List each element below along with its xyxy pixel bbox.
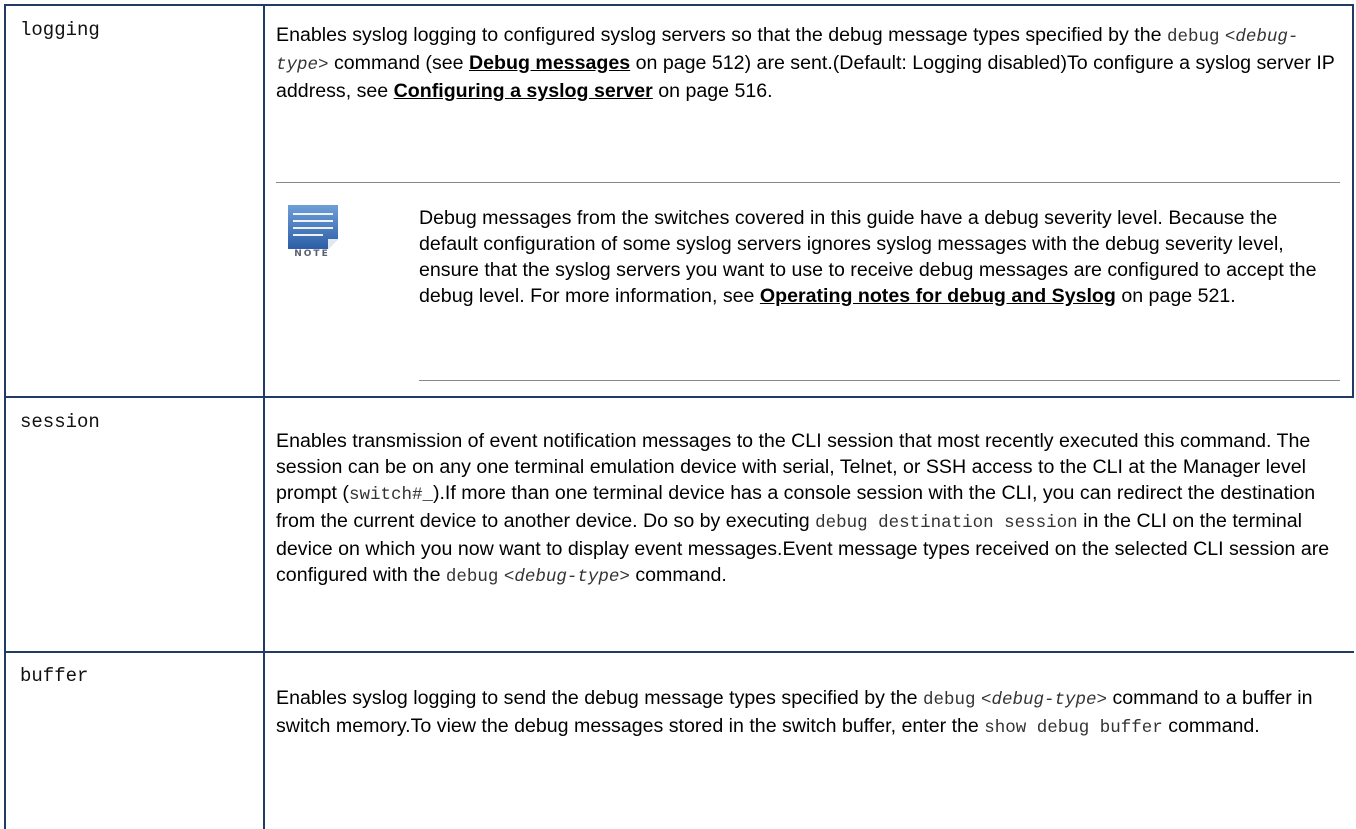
table-left-border — [4, 4, 6, 829]
table-column-divider — [263, 4, 265, 829]
note-label: NOTE — [294, 249, 330, 259]
code-text: <debug-type> — [503, 567, 630, 587]
table-right-border — [1352, 4, 1354, 397]
note-top-rule — [276, 182, 1340, 183]
code-text: <debug-type> — [980, 690, 1108, 710]
row-divider — [4, 396, 1354, 398]
term-cell: logging — [20, 19, 100, 41]
term-cell: session — [20, 411, 100, 433]
term-cell: buffer — [20, 665, 89, 687]
code-text: debug — [445, 567, 499, 587]
code-text: show debug buffer — [984, 718, 1163, 738]
note-bottom-rule — [419, 380, 1340, 381]
link-configuring-syslog-server[interactable]: Configuring a syslog server — [394, 80, 653, 102]
table-right-border — [1352, 651, 1354, 653]
description-cell: Enables transmission of event notificati… — [276, 430, 1330, 587]
code-text: switch#_ — [348, 485, 433, 505]
code-text: debug destination session — [815, 513, 1078, 533]
note-text: Debug messages from the switches covered… — [419, 207, 1317, 307]
description-cell: Enables syslog logging to send the debug… — [276, 687, 1313, 738]
link-debug-messages[interactable]: Debug messages — [469, 52, 630, 74]
note-icon: NOTE — [286, 203, 342, 263]
link-operating-notes[interactable]: Operating notes for debug and Syslog — [760, 285, 1116, 307]
row-divider — [4, 651, 1354, 653]
table-top-border — [4, 4, 1354, 6]
description-cell: Enables syslog logging to configured sys… — [276, 24, 1335, 102]
code-text: debug — [1166, 27, 1220, 47]
document-page: logging Enables syslog logging to config… — [0, 0, 1356, 829]
code-text: debug — [923, 690, 976, 710]
